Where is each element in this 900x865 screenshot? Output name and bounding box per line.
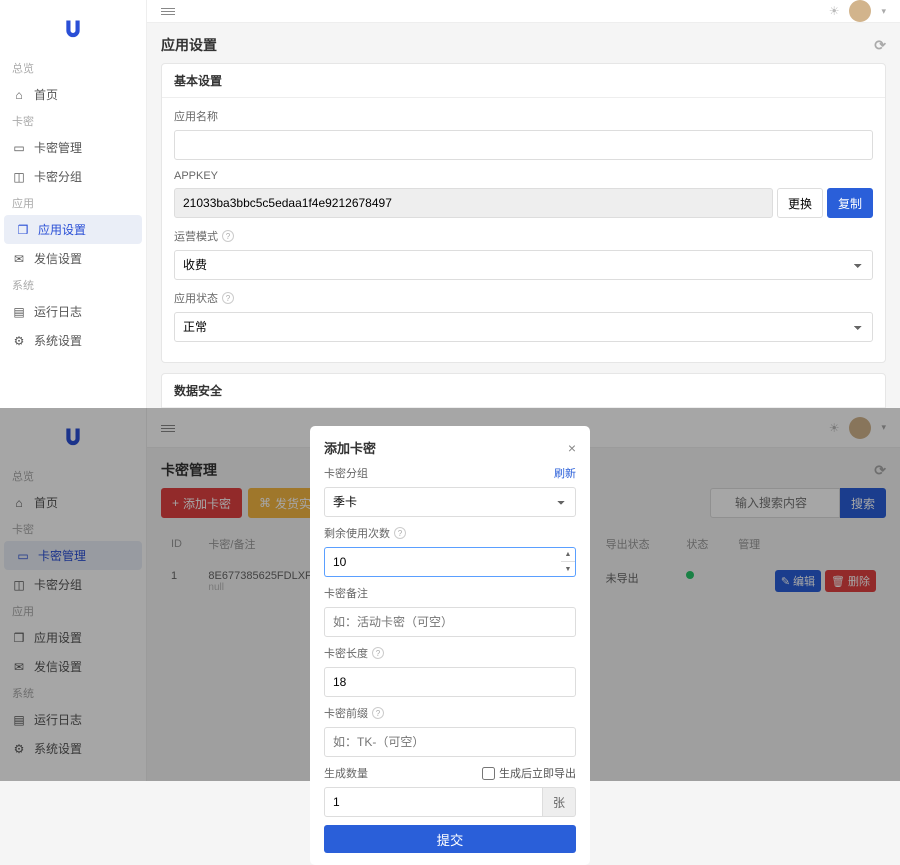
label-app-name: 应用名称 (174, 108, 873, 124)
menu-toggle-icon[interactable] (161, 6, 175, 16)
refresh-icon[interactable]: ⟳ (874, 37, 886, 54)
add-card-modal: 添加卡密 × 卡密分组 刷新 季卡 剩余使用次数? ▲▼ 卡密备注 卡密长度? (310, 426, 590, 865)
card-basic-header: 基本设置 (162, 64, 885, 98)
count-input[interactable] (324, 787, 543, 817)
card-icon: ▭ (12, 141, 26, 155)
nav-home[interactable]: ⌂首页 (0, 80, 146, 109)
appkey-input[interactable] (174, 188, 773, 218)
step-up-icon[interactable]: ▲ (561, 548, 575, 562)
mode-select[interactable]: 收费 (174, 250, 873, 280)
label-mode: 运营模式? (174, 228, 873, 244)
topbar: ☀ ▾ (147, 0, 900, 23)
modal-overlay: 添加卡密 × 卡密分组 刷新 季卡 剩余使用次数? ▲▼ 卡密备注 卡密长度? (0, 408, 900, 781)
change-button[interactable]: 更换 (777, 188, 823, 218)
gear-icon: ⚙ (12, 334, 26, 348)
group-icon: ◫ (12, 170, 26, 184)
help-icon[interactable]: ? (222, 230, 234, 242)
label-times: 剩余使用次数 (324, 525, 390, 541)
page-title: 应用设置 ⟳ (147, 23, 900, 63)
label-status: 应用状态? (174, 290, 873, 306)
status-select[interactable]: 正常 (174, 312, 873, 342)
copy-button[interactable]: 复制 (827, 188, 873, 218)
section-card: 卡密 (0, 109, 146, 133)
nav-card-group[interactable]: ◫卡密分组 (0, 162, 146, 191)
help-icon[interactable]: ? (394, 527, 406, 539)
card-security: 数据安全 数据签名? 关闭 数据有效期? 秒 (161, 373, 886, 408)
modal-title: 添加卡密 (324, 438, 376, 457)
count-suffix: 张 (543, 787, 576, 817)
group-select[interactable]: 季卡 (324, 487, 576, 517)
cube-icon: ❒ (16, 223, 30, 237)
step-down-icon[interactable]: ▼ (561, 562, 575, 576)
help-icon[interactable]: ? (222, 292, 234, 304)
theme-icon[interactable]: ☀ (829, 4, 840, 18)
nav-run-log[interactable]: ▤运行日志 (0, 297, 146, 326)
label-remark: 卡密备注 (324, 585, 576, 601)
label-length: 卡密长度 (324, 645, 368, 661)
avatar[interactable] (849, 0, 871, 22)
section-app: 应用 (0, 191, 146, 215)
mail-icon: ✉ (12, 252, 26, 266)
label-appkey: APPKEY (174, 170, 873, 182)
label-count: 生成数量 (324, 765, 368, 781)
card-security-header: 数据安全 (162, 374, 885, 408)
log-icon: ▤ (12, 305, 26, 319)
times-input[interactable] (324, 547, 561, 577)
nav-sys-settings[interactable]: ⚙系统设置 (0, 326, 146, 355)
export-now-checkbox[interactable]: 生成后立即导出 (482, 765, 576, 781)
label-group: 卡密分组 (324, 465, 368, 481)
remark-input[interactable] (324, 607, 576, 637)
nav-app-settings[interactable]: ❒应用设置 (4, 215, 142, 244)
length-input[interactable] (324, 667, 576, 697)
home-icon: ⌂ (12, 88, 26, 102)
prefix-input[interactable] (324, 727, 576, 757)
section-system: 系统 (0, 273, 146, 297)
sidebar: 总览 ⌂首页 卡密 ▭卡密管理 ◫卡密分组 应用 ❒应用设置 ✉发信设置 系统 … (0, 0, 147, 408)
label-prefix: 卡密前缀 (324, 705, 368, 721)
help-icon[interactable]: ? (372, 707, 384, 719)
section-overview: 总览 (0, 56, 146, 80)
nav-card-manage[interactable]: ▭卡密管理 (0, 133, 146, 162)
close-icon[interactable]: × (568, 440, 576, 456)
chevron-down-icon[interactable]: ▾ (881, 6, 886, 17)
main: ☀ ▾ 应用设置 ⟳ 基本设置 应用名称 APPKEY 更换 (147, 0, 900, 408)
app-name-input[interactable] (174, 130, 873, 160)
help-icon[interactable]: ? (372, 647, 384, 659)
refresh-link[interactable]: 刷新 (554, 465, 576, 481)
submit-button[interactable]: 提交 (324, 825, 576, 853)
card-basic: 基本设置 应用名称 APPKEY 更换 复制 运营模式? 收费 (161, 63, 886, 363)
nav-send-settings[interactable]: ✉发信设置 (0, 244, 146, 273)
logo-icon (63, 18, 83, 38)
